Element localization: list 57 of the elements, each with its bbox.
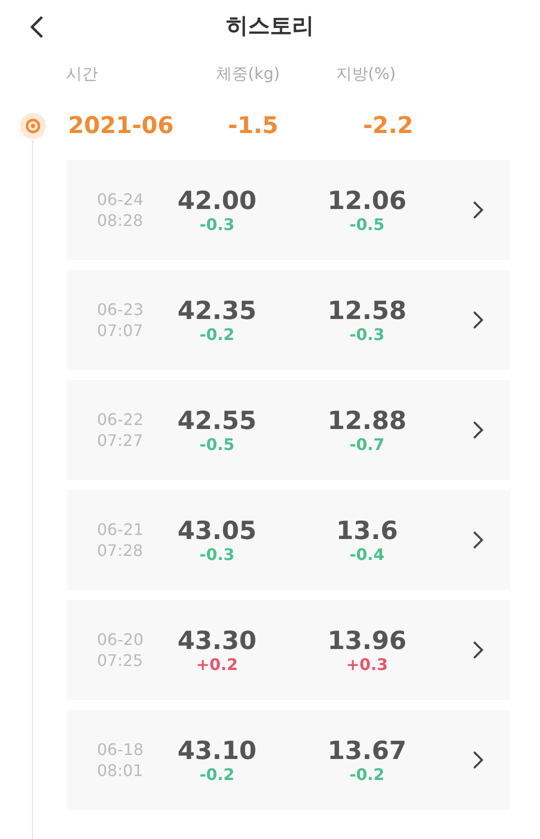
page-title: 히스토리 <box>226 13 314 41</box>
fat-value: 12.88 <box>327 406 407 435</box>
record-date: 06-24 <box>97 190 144 209</box>
weight-value: 43.30 <box>177 626 257 655</box>
fat-delta: +0.3 <box>346 655 388 674</box>
fat-value: 13.67 <box>327 736 407 765</box>
record-time: 07:07 <box>97 321 144 340</box>
weight-value: 42.55 <box>177 406 257 435</box>
weight-value: 42.00 <box>177 186 257 215</box>
month-weight-change: -1.5 <box>228 113 280 139</box>
column-header: 시간 <box>66 64 99 84</box>
fat-value: 12.58 <box>327 296 407 325</box>
chevron-right-icon <box>472 640 484 660</box>
record-date: 06-22 <box>97 410 144 429</box>
fat-delta: -0.7 <box>350 435 384 454</box>
chevron-right-icon <box>472 530 484 550</box>
chevron-right-icon <box>472 420 484 440</box>
month-label: 2021-06 <box>68 113 175 139</box>
weight-delta: -0.2 <box>200 325 234 344</box>
record-card[interactable]: 06-21 07:28 43.05 -0.3 13.6 -0.4 <box>67 490 510 590</box>
weight-value: 43.10 <box>177 736 257 765</box>
record-time: 07:28 <box>97 541 144 560</box>
record-card[interactable]: 06-20 07:25 43.30 +0.2 13.96 +0.3 <box>67 600 510 700</box>
weight-delta: -0.3 <box>200 215 234 234</box>
record-date: 06-18 <box>97 740 144 759</box>
fat-delta: -0.5 <box>350 215 384 234</box>
record-card[interactable]: 06-23 07:07 42.35 -0.2 12.58 -0.3 <box>67 270 510 370</box>
fat-value: 13.6 <box>336 516 398 545</box>
record-time: 07:27 <box>97 431 144 450</box>
back-icon[interactable] <box>28 14 46 40</box>
fat-delta: -0.4 <box>350 545 384 564</box>
record-card[interactable]: 06-22 07:27 42.55 -0.5 12.88 -0.7 <box>67 380 510 480</box>
weight-value: 43.05 <box>177 516 257 545</box>
record-card[interactable]: 06-24 08:28 42.00 -0.3 12.06 -0.5 <box>67 160 510 260</box>
fat-delta: -0.2 <box>350 765 384 784</box>
weight-delta: +0.2 <box>196 655 238 674</box>
weight-delta: -0.3 <box>200 545 234 564</box>
weight-delta: -0.2 <box>200 765 234 784</box>
record-time: 08:01 <box>97 761 144 780</box>
record-date: 06-21 <box>97 520 144 539</box>
column-header: 체중(kg) <box>216 64 281 84</box>
fat-delta: -0.3 <box>350 325 384 344</box>
chevron-right-icon <box>472 310 484 330</box>
record-date: 06-23 <box>97 300 144 319</box>
weight-value: 42.35 <box>177 296 257 325</box>
month-fat-change: -2.2 <box>363 113 414 139</box>
chevron-right-icon <box>472 750 484 770</box>
chevron-right-icon <box>472 200 484 220</box>
timeline-dot-icon <box>20 113 46 139</box>
fat-value: 12.06 <box>327 186 407 215</box>
fat-value: 13.96 <box>327 626 407 655</box>
record-time: 07:25 <box>97 651 144 670</box>
record-date: 06-20 <box>97 630 144 649</box>
record-card[interactable]: 06-18 08:01 43.10 -0.2 13.67 -0.2 <box>67 710 510 810</box>
record-time: 08:28 <box>97 211 144 230</box>
weight-delta: -0.5 <box>200 435 234 454</box>
column-header: 지방(%) <box>336 64 397 84</box>
